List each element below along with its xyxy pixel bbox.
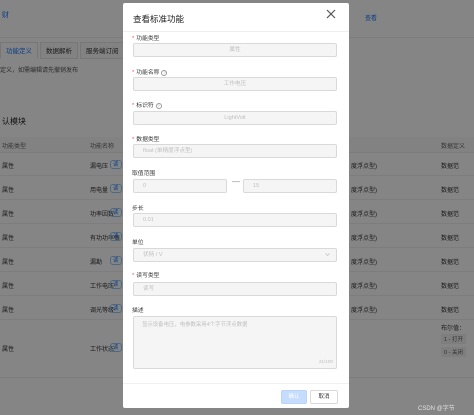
required-mark: * [132,36,135,42]
range-separator: — [232,177,240,186]
unit-value: 伏特 / V [143,252,163,258]
function-type-field[interactable]: 属性 [133,43,337,57]
dialog-footer-divider [123,383,349,384]
function-type-label: * 功能类型 [132,36,160,42]
required-mark: * [132,273,135,279]
required-mark: * [132,137,135,143]
function-name-label: * 功能名称? [132,70,168,76]
description-label: 描述 [132,308,144,314]
close-icon[interactable] [326,9,336,19]
function-name-field[interactable]: 工作电压 [133,77,337,91]
help-icon[interactable]: ? [161,70,168,76]
view-standard-function-dialog: 查看标准功能 * 功能类型 属性 * 功能名称? 工作电压 * 标识符? LightV… [123,3,349,408]
unit-label: 单位 [132,240,144,246]
value-range-min-field[interactable]: 0 [133,179,227,193]
required-mark: * [132,103,135,109]
rw-type-field[interactable]: 读写 [133,282,337,296]
description-textarea[interactable]: 显示设备电压，电参数采用4个字节浮点数据 21/100 [133,316,337,369]
identifier-field[interactable]: LightVolt [133,111,337,125]
help-icon[interactable]: ? [155,103,162,109]
description-value: 显示设备电压，电参数采用4个字节浮点数据 [142,322,248,328]
watermark: CSDN @字节 [418,406,455,412]
dialog-title: 查看标准功能 [133,14,185,24]
confirm-button[interactable]: 确认 [281,390,307,404]
dialog-header-divider [123,31,349,32]
data-type-label: * 数据类型 [132,137,160,143]
data-type-select[interactable]: float (单精度浮点型) [133,144,337,158]
cancel-button[interactable]: 取消 [310,390,338,404]
rw-type-label: * 读写类型 [132,273,160,279]
step-field[interactable]: 0.01 [133,213,337,227]
step-label: 步长 [132,206,144,212]
value-range-max-field[interactable]: 15 [243,179,337,193]
required-mark: * [132,70,135,76]
unit-select[interactable]: 伏特 / V [133,248,337,262]
identifier-label: * 标识符? [132,103,162,109]
chevron-down-icon [325,253,330,257]
char-counter: 21/100 [318,359,333,364]
value-range-label: 取值范围 [132,171,156,177]
